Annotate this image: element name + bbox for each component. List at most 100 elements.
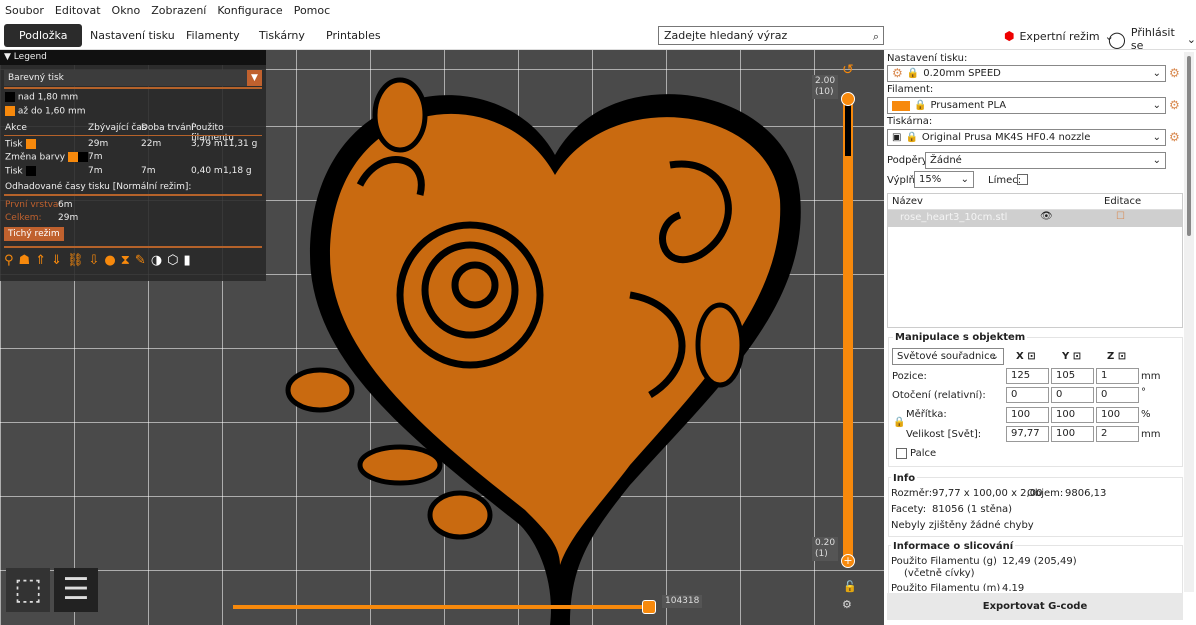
first-layer-label: První vrstva:	[5, 200, 62, 210]
center-of-gravity-icon[interactable]: ◑	[151, 253, 162, 268]
seams-icon[interactable]: ⛓	[67, 253, 84, 268]
supports-select[interactable]: Žádné ⌄	[925, 152, 1166, 169]
menu-pomoc[interactable]: Pomoc	[294, 4, 330, 17]
layer-slider[interactable]	[843, 98, 853, 563]
search-input[interactable]: Zadejte hledaný výraz ⌕	[658, 26, 884, 45]
rotation-y-input[interactable]: 0	[1051, 387, 1094, 403]
gear-icon[interactable]: ⚙	[1169, 66, 1180, 80]
rotation-z-input[interactable]: 0	[1096, 387, 1139, 403]
scale-y-input[interactable]: 100	[1051, 407, 1094, 423]
size-x-input[interactable]: 97,77	[1006, 426, 1049, 442]
legend-cell: 29m	[88, 139, 109, 149]
scale-x-input[interactable]: 100	[1006, 407, 1049, 423]
tool-marker-icon[interactable]: ▮	[184, 253, 191, 268]
tab-printables[interactable]: Printables	[312, 24, 395, 47]
menu-editovat[interactable]: Editovat	[55, 4, 101, 17]
volume-value: 9806,13	[1065, 488, 1107, 499]
tab-filaments[interactable]: Filamenty	[172, 24, 254, 47]
gear-icon[interactable]: ⚙	[1169, 98, 1180, 112]
print-settings-label: Nastavení tisku:	[887, 53, 968, 64]
object-name: rose_heart3_10cm.stl	[900, 212, 1008, 223]
unit: °	[1141, 387, 1146, 398]
color-changes-icon[interactable]: ●	[104, 253, 115, 268]
tab-printers[interactable]: Tiskárny	[245, 24, 319, 47]
filament-select[interactable]: 🔒 Prusament PLA ⌄	[887, 97, 1166, 114]
total-value: 29m	[58, 213, 79, 223]
layers-view-icon[interactable]: ☰	[54, 568, 98, 612]
3d-preview-canvas[interactable]: ▼ Legend Barevný tisk ▼ nad 1,80 mm až do…	[0, 50, 884, 625]
model-preview	[285, 77, 801, 625]
settings-gear-icon[interactable]: ⚙	[842, 598, 852, 611]
position-z-input[interactable]: 1	[1096, 368, 1139, 384]
printer-select[interactable]: ▣ 🔒 Original Prusa MK4S HF0.4 nozzle ⌄	[887, 129, 1166, 146]
used-m-row: Použito Filamentu (m) 4,19	[891, 583, 1025, 591]
move-slider[interactable]	[233, 605, 648, 609]
move-slider-handle[interactable]	[642, 600, 656, 614]
inches-checkbox[interactable]	[896, 448, 907, 459]
wipe-icon[interactable]: ☗	[19, 253, 31, 268]
position-y-input[interactable]: 105	[1051, 368, 1094, 384]
range-item: až do 1,60 mm	[5, 106, 86, 117]
group-title: Informace o slicování	[891, 541, 1016, 552]
axis-y: Y ⊡	[1062, 351, 1082, 362]
object-row[interactable]: rose_heart3_10cm.stl 👁 ☐	[888, 210, 1182, 227]
lock-icon[interactable]: 🔒	[893, 417, 905, 428]
size-z-input[interactable]: 2	[1096, 426, 1139, 442]
lock-icon[interactable]: 🔓	[843, 580, 857, 593]
gear-icon: ⚙	[892, 66, 903, 80]
login-label: Přihlásit se	[1130, 26, 1175, 52]
right-sidebar: Nastavení tisku: ⚙ 🔒 0.20mm SPEED ⌄ ⚙ Filam…	[884, 50, 1196, 625]
column-edit: Editace	[1104, 196, 1142, 207]
travel-icon[interactable]: ⚲	[4, 253, 14, 268]
3d-view-icon[interactable]: ⬚	[6, 568, 50, 612]
export-gcode-button[interactable]: Exportovat G-code	[887, 593, 1183, 620]
position-label: Pozice:	[892, 371, 927, 382]
lock-icon: 🔒	[914, 100, 927, 111]
menu-okno[interactable]: Okno	[112, 4, 141, 17]
edit-icon[interactable]: ☐	[1116, 211, 1125, 222]
pause-icon[interactable]: ⧗	[121, 253, 130, 268]
tool-changes-icon[interactable]: ⇩	[89, 253, 100, 268]
first-layer-value: 6m	[58, 200, 73, 210]
gear-icon[interactable]: ⚙	[1169, 130, 1180, 144]
undo-arrow-icon[interactable]: ↺	[842, 62, 854, 78]
position-x-input[interactable]: 125	[1006, 368, 1049, 384]
silent-mode-button[interactable]: Tichý režim	[4, 227, 64, 241]
brim-checkbox[interactable]	[1017, 174, 1028, 185]
menu-soubor[interactable]: Soubor	[5, 4, 44, 17]
login-button[interactable]: ◯ Přihlásit se ⌄	[1108, 26, 1196, 52]
mode-selector[interactable]: ⬢ Expertní režim ⌄	[1004, 29, 1114, 43]
custom-gcode-icon[interactable]: ✎	[135, 253, 146, 268]
bottom-layer-handle[interactable]: +	[841, 554, 855, 568]
legend-header[interactable]: ▼ Legend	[0, 50, 266, 65]
user-icon: ◯	[1108, 29, 1126, 49]
view-type-select[interactable]: Barevný tisk ▼	[4, 70, 262, 86]
printer-icon: ▣	[892, 132, 902, 143]
tab-podlozka[interactable]: Podložka	[4, 24, 83, 47]
group-title: Info	[891, 473, 918, 484]
top-layer-handle[interactable]	[841, 92, 855, 106]
retractions-icon[interactable]: ⇑	[35, 253, 46, 268]
legend-row-action: Tisk	[5, 166, 36, 177]
sidebar-scrollbar[interactable]	[1184, 52, 1194, 592]
volume-label: Objem:	[1027, 488, 1064, 499]
legend-panel: ▼ Legend Barevný tisk ▼ nad 1,80 mm až do…	[0, 50, 266, 281]
menu-zobrazeni[interactable]: Zobrazení	[151, 4, 206, 17]
lock-icon: 🔒	[905, 132, 918, 143]
infill-select[interactable]: 15% ⌄	[914, 171, 974, 188]
legend-cell: 7m	[88, 152, 103, 162]
shells-icon[interactable]: ⬡	[167, 253, 178, 268]
print-settings-select[interactable]: ⚙ 🔒 0.20mm SPEED ⌄	[887, 65, 1166, 82]
menu-konfigurace[interactable]: Konfigurace	[217, 4, 282, 17]
deretractions-icon[interactable]: ⇓	[51, 253, 62, 268]
rotation-x-input[interactable]: 0	[1006, 387, 1049, 403]
size-y-input[interactable]: 100	[1051, 426, 1094, 442]
divider	[4, 87, 262, 89]
range-item: nad 1,80 mm	[5, 92, 78, 103]
legend-toolbar: ⚲ ☗ ⇑ ⇓ ⛓ ⇩ ● ⧗ ✎ ◑ ⬡ ▮	[4, 253, 191, 268]
legend-cell: 1,18 g	[223, 166, 252, 176]
coordinates-select[interactable]: Světové souřadnice ⌄	[892, 348, 1004, 365]
scale-z-input[interactable]: 100	[1096, 407, 1139, 423]
eye-icon[interactable]: 👁	[1040, 211, 1053, 222]
top-layer-label: 2.00 (10)	[812, 75, 839, 99]
